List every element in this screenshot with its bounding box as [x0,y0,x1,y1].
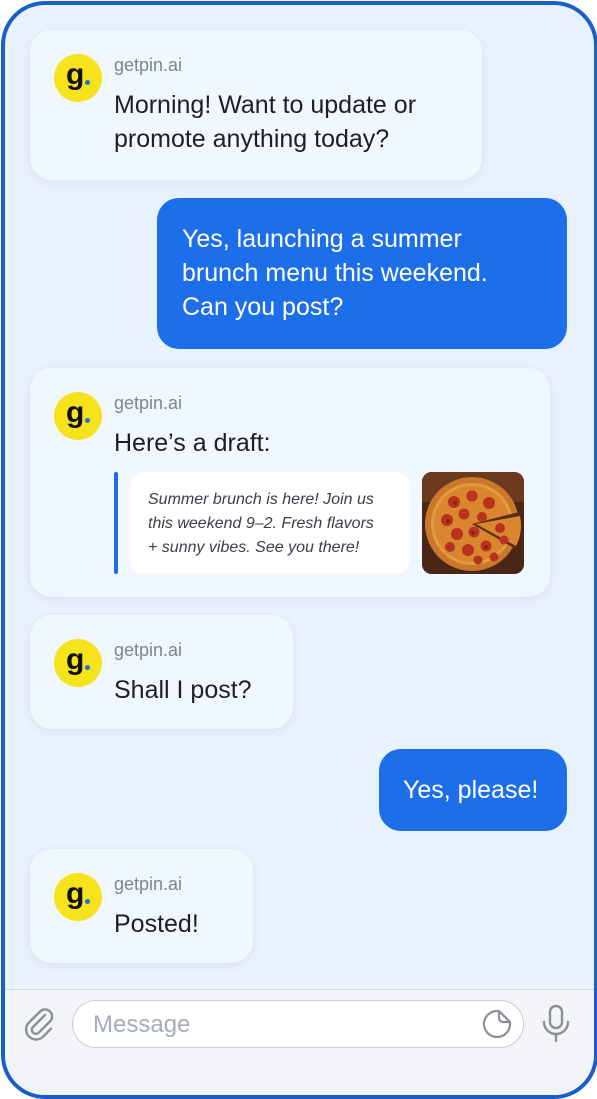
draft-line: + sunny vibes. See you there! [148,539,360,556]
avatar-letter: g [66,643,85,676]
avatar-dot [85,418,90,423]
bot-avatar: g [54,392,102,440]
message-text: Shall I post? [114,676,252,704]
sender-name: getpin.ai [114,393,183,413]
message-text: Yes, launching a summer brunch menu this… [182,222,488,324]
message-line: Yes, launching a summer [182,225,462,253]
message-text: Yes, please! [403,776,539,804]
avatar-dot [85,80,90,85]
pizza-image-icon [422,472,524,574]
avatar-letter: g [66,877,85,910]
sender-name: getpin.ai [114,874,183,894]
message-field[interactable] [72,1000,524,1048]
message-line: brunch menu this weekend. [182,259,488,287]
phone-frame: g getpin.ai Morning! Want to update or p… [1,1,597,1099]
message-input[interactable] [91,1009,465,1041]
composer-bar [5,989,594,1095]
draft-post-card[interactable]: Summer brunch is here! Join us this week… [130,472,410,574]
bot-message: g getpin.ai Shall I post? [30,615,293,729]
bot-message: g getpin.ai Morning! Want to update or p… [30,30,482,180]
bot-avatar: g [54,873,102,921]
message-text: Posted! [114,910,199,938]
bot-avatar: g [54,639,102,687]
message-line: promote anything today? [114,125,390,153]
sticker-icon[interactable] [481,1008,513,1040]
user-message: Yes, please! [379,749,567,831]
avatar-dot [85,665,90,670]
microphone-icon[interactable] [539,1004,573,1044]
draft-quote-bar [114,472,118,574]
user-message: Yes, launching a summer brunch menu this… [157,198,567,349]
avatar-letter: g [66,58,85,91]
draft-line: Summer brunch is here! Join us [148,491,374,508]
draft-post-text: Summer brunch is here! Join us this week… [148,488,403,560]
message-text: Here’s a draft: [114,429,271,457]
avatar-letter: g [66,396,85,429]
avatar-dot [85,899,90,904]
message-line: Morning! Want to update or [114,91,417,119]
bot-avatar: g [54,54,102,102]
pizza-photo[interactable] [422,472,524,574]
sender-name: getpin.ai [114,55,183,75]
bot-message: g getpin.ai Posted! [30,849,253,963]
draft-line: this weekend 9–2. Fresh flavors [148,515,374,532]
sender-name: getpin.ai [114,640,183,660]
bot-message: g getpin.ai Here’s a draft: Summer brunc… [30,368,550,597]
message-text: Morning! Want to update or promote anyth… [114,88,416,156]
message-line: Can you post? [182,293,344,321]
paperclip-icon[interactable] [21,1006,57,1042]
